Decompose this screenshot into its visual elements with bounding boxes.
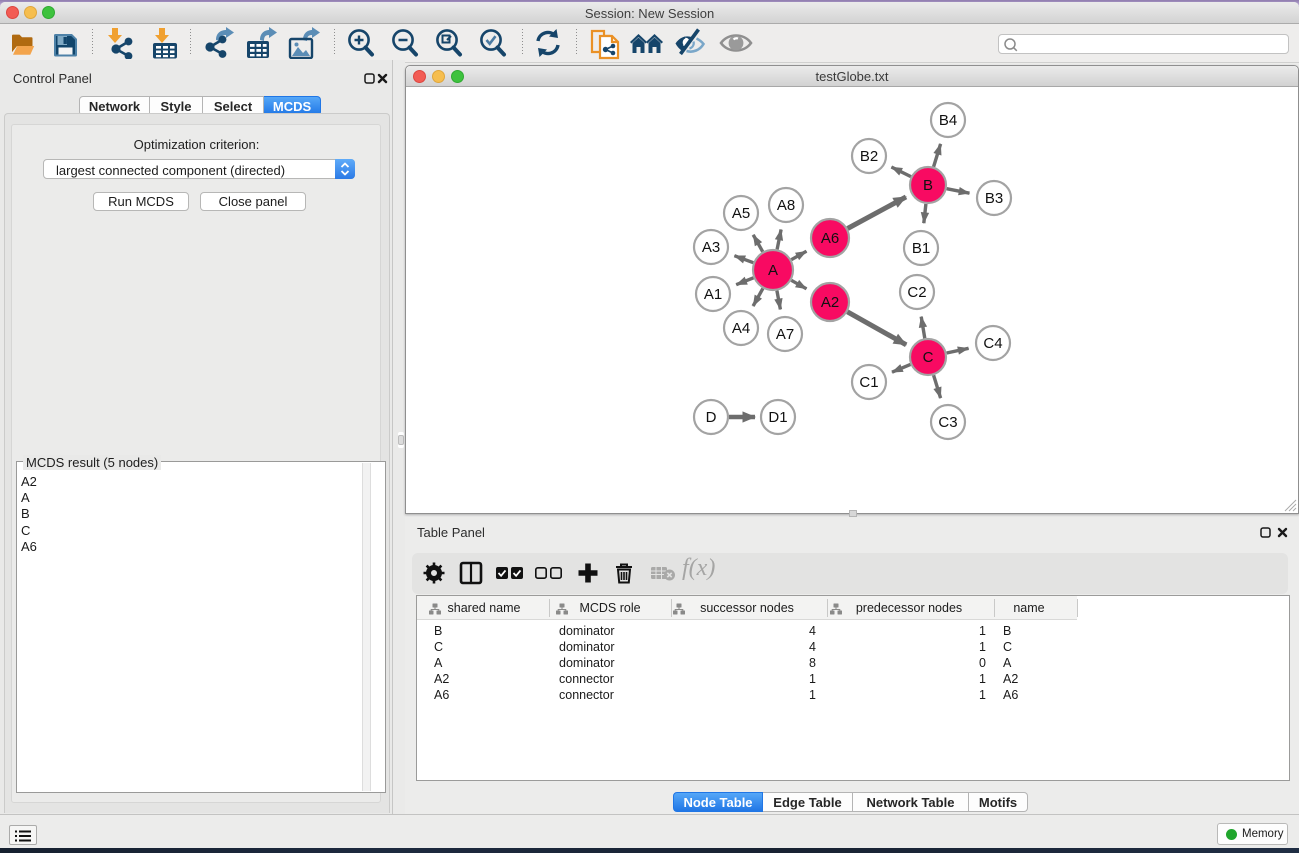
svg-text:C2: C2 <box>907 284 926 301</box>
svg-text:B: B <box>923 177 933 194</box>
svg-text:C4: C4 <box>983 335 1002 352</box>
svg-text:B3: B3 <box>985 190 1003 207</box>
svg-text:D1: D1 <box>768 409 787 426</box>
svg-text:B1: B1 <box>912 240 930 257</box>
svg-text:C1: C1 <box>859 374 878 391</box>
svg-text:D: D <box>706 409 717 426</box>
svg-text:A4: A4 <box>732 320 750 337</box>
svg-text:A8: A8 <box>777 197 795 214</box>
svg-text:B2: B2 <box>860 148 878 165</box>
svg-text:A: A <box>768 262 778 279</box>
svg-text:A3: A3 <box>702 239 720 256</box>
svg-text:A6: A6 <box>821 230 839 247</box>
svg-text:A2: A2 <box>821 294 839 311</box>
svg-text:A7: A7 <box>776 326 794 343</box>
svg-text:B4: B4 <box>939 112 957 129</box>
svg-text:A1: A1 <box>704 286 722 303</box>
svg-text:A5: A5 <box>732 205 750 222</box>
svg-text:C3: C3 <box>938 414 957 431</box>
svg-text:C: C <box>923 349 934 366</box>
